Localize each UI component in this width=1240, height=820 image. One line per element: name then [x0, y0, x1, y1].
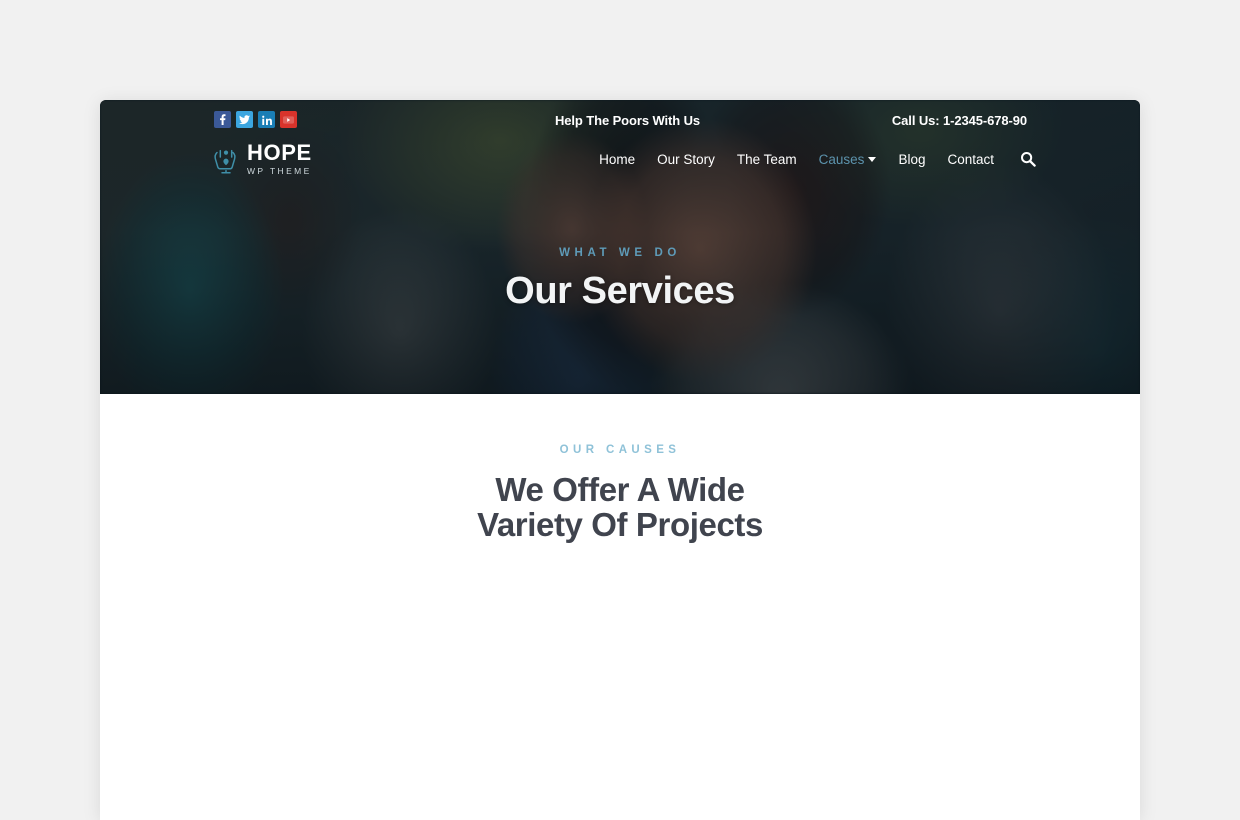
- logo-name: HOPE: [247, 140, 312, 165]
- chevron-down-icon: [868, 157, 877, 163]
- nav-item-causes[interactable]: Causes: [819, 152, 877, 167]
- top-tagline: Help The Poors With Us: [555, 113, 701, 128]
- site-page: Help The Poors With Us Call Us: 1-2345-6…: [100, 100, 1140, 820]
- hero-eyebrow: WHAT WE DO: [559, 247, 681, 259]
- youtube-icon[interactable]: [280, 111, 297, 128]
- hero-header: Help The Poors With Us Call Us: 1-2345-6…: [100, 100, 1140, 394]
- logo-subtitle: WP THEME: [247, 166, 312, 176]
- nav-item-home[interactable]: Home: [599, 152, 635, 167]
- social-links: [214, 111, 297, 128]
- nav-item-causes-label: Causes: [818, 151, 865, 167]
- facebook-icon[interactable]: [214, 111, 231, 128]
- page-title: Our Services: [505, 270, 735, 312]
- call-us-phone[interactable]: Call Us: 1-2345-678-90: [892, 113, 1027, 128]
- nav-item-the-team[interactable]: The Team: [737, 152, 797, 167]
- search-icon[interactable]: [1020, 151, 1036, 167]
- section-heading-line-2: Variety Of Projects: [477, 506, 763, 544]
- site-logo[interactable]: HOPE WP THEME: [213, 142, 312, 176]
- hands-heart-icon: [213, 144, 239, 174]
- our-causes-section: OUR CAUSES We Offer A Wide Variety Of Pr…: [100, 394, 1140, 820]
- section-heading: We Offer A Wide Variety Of Projects: [100, 472, 1140, 543]
- linkedin-icon[interactable]: [258, 111, 275, 128]
- nav-item-our-story[interactable]: Our Story: [657, 152, 715, 167]
- section-eyebrow: OUR CAUSES: [559, 444, 681, 456]
- nav-item-contact[interactable]: Contact: [947, 152, 994, 167]
- main-navigation: Home Our Story The Team Causes Blog Cont…: [599, 151, 1036, 167]
- nav-item-blog[interactable]: Blog: [898, 152, 925, 167]
- twitter-icon[interactable]: [236, 111, 253, 128]
- section-heading-line-1: We Offer A Wide: [495, 471, 745, 508]
